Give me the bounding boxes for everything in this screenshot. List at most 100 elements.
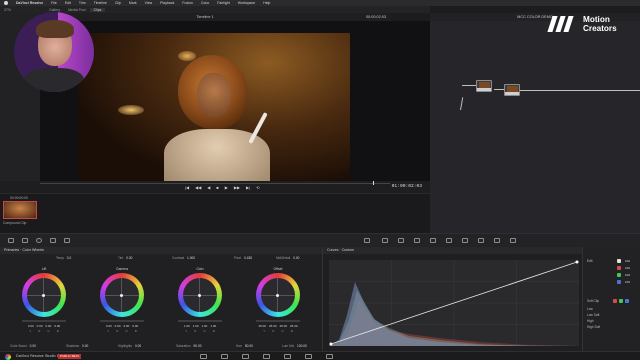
channel-y-value[interactable]: 100 (625, 259, 630, 263)
value-y[interactable]: 0.00 (28, 324, 34, 328)
rewind-icon[interactable]: ◀◀ (195, 185, 201, 190)
value-g[interactable]: 0.00 (46, 324, 52, 328)
soft-clip-low[interactable]: Low (587, 307, 593, 311)
value-g[interactable]: 1.00 (202, 324, 208, 328)
sizing-icon[interactable] (494, 238, 500, 243)
tab-clips[interactable]: Clips (89, 7, 106, 12)
pivot-adjust[interactable]: Pivot 0.435 (234, 256, 252, 260)
color-node[interactable] (504, 84, 520, 96)
menu-item-mark[interactable]: Mark (129, 1, 137, 5)
deliver-page-icon[interactable] (326, 354, 333, 359)
tint-adjust[interactable]: Tint 0.00 (118, 256, 132, 260)
channel-b-swatch[interactable] (617, 280, 621, 284)
tracker-icon[interactable] (430, 238, 436, 243)
motion-effects-icon[interactable] (64, 238, 70, 243)
menu-item-fairlight[interactable]: Fairlight (217, 1, 229, 5)
go-to-end-icon[interactable]: ▶| (246, 185, 250, 190)
play-icon[interactable]: ▶ (225, 185, 228, 190)
mid-detail-adjust[interactable]: Mid/Detail 0.00 (276, 256, 299, 260)
media-page-icon[interactable] (200, 354, 207, 359)
channel-g-swatch[interactable] (617, 273, 621, 277)
master-wheel-slider[interactable] (22, 320, 66, 322)
value-r[interactable]: 0.00 (115, 324, 121, 328)
go-to-start-icon[interactable]: |◀ (185, 185, 189, 190)
shadows-adjust[interactable]: Shadows 0.00 (66, 344, 88, 348)
adjust-value[interactable]: 0.0 (67, 256, 71, 260)
tab-gallery[interactable]: Gallery (45, 8, 64, 12)
value-r[interactable]: 1.00 (193, 324, 199, 328)
menu-item-file[interactable]: File (51, 1, 57, 5)
adjust-value[interactable]: 0.00 (293, 256, 299, 260)
video-frame[interactable] (78, 33, 350, 181)
loop-icon[interactable]: ⟲ (256, 185, 259, 190)
curve-graph[interactable] (329, 260, 579, 346)
curves-icon[interactable] (364, 238, 370, 243)
adjust-value[interactable]: 0.00 (82, 344, 88, 348)
value-g[interactable]: 0.00 (124, 324, 130, 328)
menu-item-help[interactable]: Help (263, 1, 270, 5)
wheel-handle[interactable] (42, 294, 45, 297)
color-boost-adjust[interactable]: Color Boost 0.00 (10, 344, 36, 348)
saturation-adjust[interactable]: Saturation 50.00 (176, 344, 202, 348)
fast-forward-icon[interactable]: ▶▶ (234, 185, 240, 190)
value-b[interactable]: 0.00 (54, 324, 60, 328)
playhead[interactable] (373, 181, 374, 185)
highlights-adjust[interactable]: Highlights 0.00 (118, 344, 141, 348)
channel-y-swatch[interactable] (617, 259, 621, 263)
zoom-level[interactable]: 37% (0, 8, 15, 12)
magic-mask-icon[interactable] (446, 238, 452, 243)
adjust-value[interactable]: 0.00 (126, 256, 132, 260)
contrast-adjust[interactable]: Contrast 1.000 (172, 256, 195, 260)
qualifier-icon[interactable] (398, 238, 404, 243)
master-wheel-slider[interactable] (256, 320, 300, 322)
edit-page-icon[interactable] (242, 354, 249, 359)
adjust-value[interactable]: 100.00 (297, 344, 307, 348)
cut-page-icon[interactable] (221, 354, 228, 359)
menu-item-clip[interactable]: Clip (115, 1, 121, 5)
adjust-value[interactable]: 0.00 (135, 344, 141, 348)
fairlight-page-icon[interactable] (305, 354, 312, 359)
channel-b-value[interactable]: 100 (625, 280, 630, 284)
value-b[interactable]: 0.00 (132, 324, 138, 328)
menu-app-name[interactable]: DaVinci Resolve (16, 1, 43, 5)
value-y[interactable]: 25.00 (258, 324, 266, 328)
tab-media-pool[interactable]: Media Pool (64, 8, 90, 12)
temp-adjust[interactable]: Temp 0.0 (56, 256, 71, 260)
color-match-icon[interactable] (22, 238, 28, 243)
menu-item-trim[interactable]: Trim (79, 1, 86, 5)
timeline-name[interactable]: Timeline 1 (196, 15, 213, 19)
key-icon[interactable] (478, 238, 484, 243)
color-node[interactable] (476, 80, 492, 92)
color-page-icon[interactable] (284, 354, 291, 359)
value-g[interactable]: 25.00 (280, 324, 288, 328)
menu-item-workspace[interactable]: Workspace (238, 1, 255, 5)
value-y[interactable]: 0.00 (106, 324, 112, 328)
master-wheel-slider[interactable] (178, 320, 222, 322)
soft-clip-high-soft[interactable]: High Soft (587, 325, 600, 329)
menu-item-edit[interactable]: Edit (65, 1, 71, 5)
camera-raw-icon[interactable] (8, 238, 14, 243)
adjust-value[interactable]: 50.00 (194, 344, 202, 348)
channel-r-swatch[interactable] (617, 266, 621, 270)
clip-thumbnail[interactable] (3, 201, 37, 219)
blur-icon[interactable] (462, 238, 468, 243)
reverse-play-icon[interactable]: ◀ (207, 185, 210, 190)
color-warper-icon[interactable] (382, 238, 388, 243)
menu-item-fusion[interactable]: Fusion (182, 1, 193, 5)
rgb-mixer-icon[interactable] (50, 238, 56, 243)
value-b[interactable]: 25.00 (290, 324, 298, 328)
adjust-value[interactable]: 0.00 (30, 344, 36, 348)
wheel-handle[interactable] (276, 294, 279, 297)
window-icon[interactable] (414, 238, 420, 243)
scrubber[interactable] (40, 183, 390, 184)
value-r[interactable]: 25.00 (269, 324, 277, 328)
value-r[interactable]: 0.00 (37, 324, 43, 328)
node-editor[interactable]: MCC COLOR DEMO (430, 13, 640, 233)
menu-item-timeline[interactable]: Timeline (94, 1, 107, 5)
apple-icon[interactable] (4, 1, 8, 5)
value-b[interactable]: 1.00 (210, 324, 216, 328)
soft-clip-high[interactable]: High (587, 319, 594, 323)
adjust-value[interactable]: 1.000 (187, 256, 195, 260)
soft-clip-r-swatch[interactable] (613, 299, 617, 303)
master-wheel-slider[interactable] (100, 320, 144, 322)
